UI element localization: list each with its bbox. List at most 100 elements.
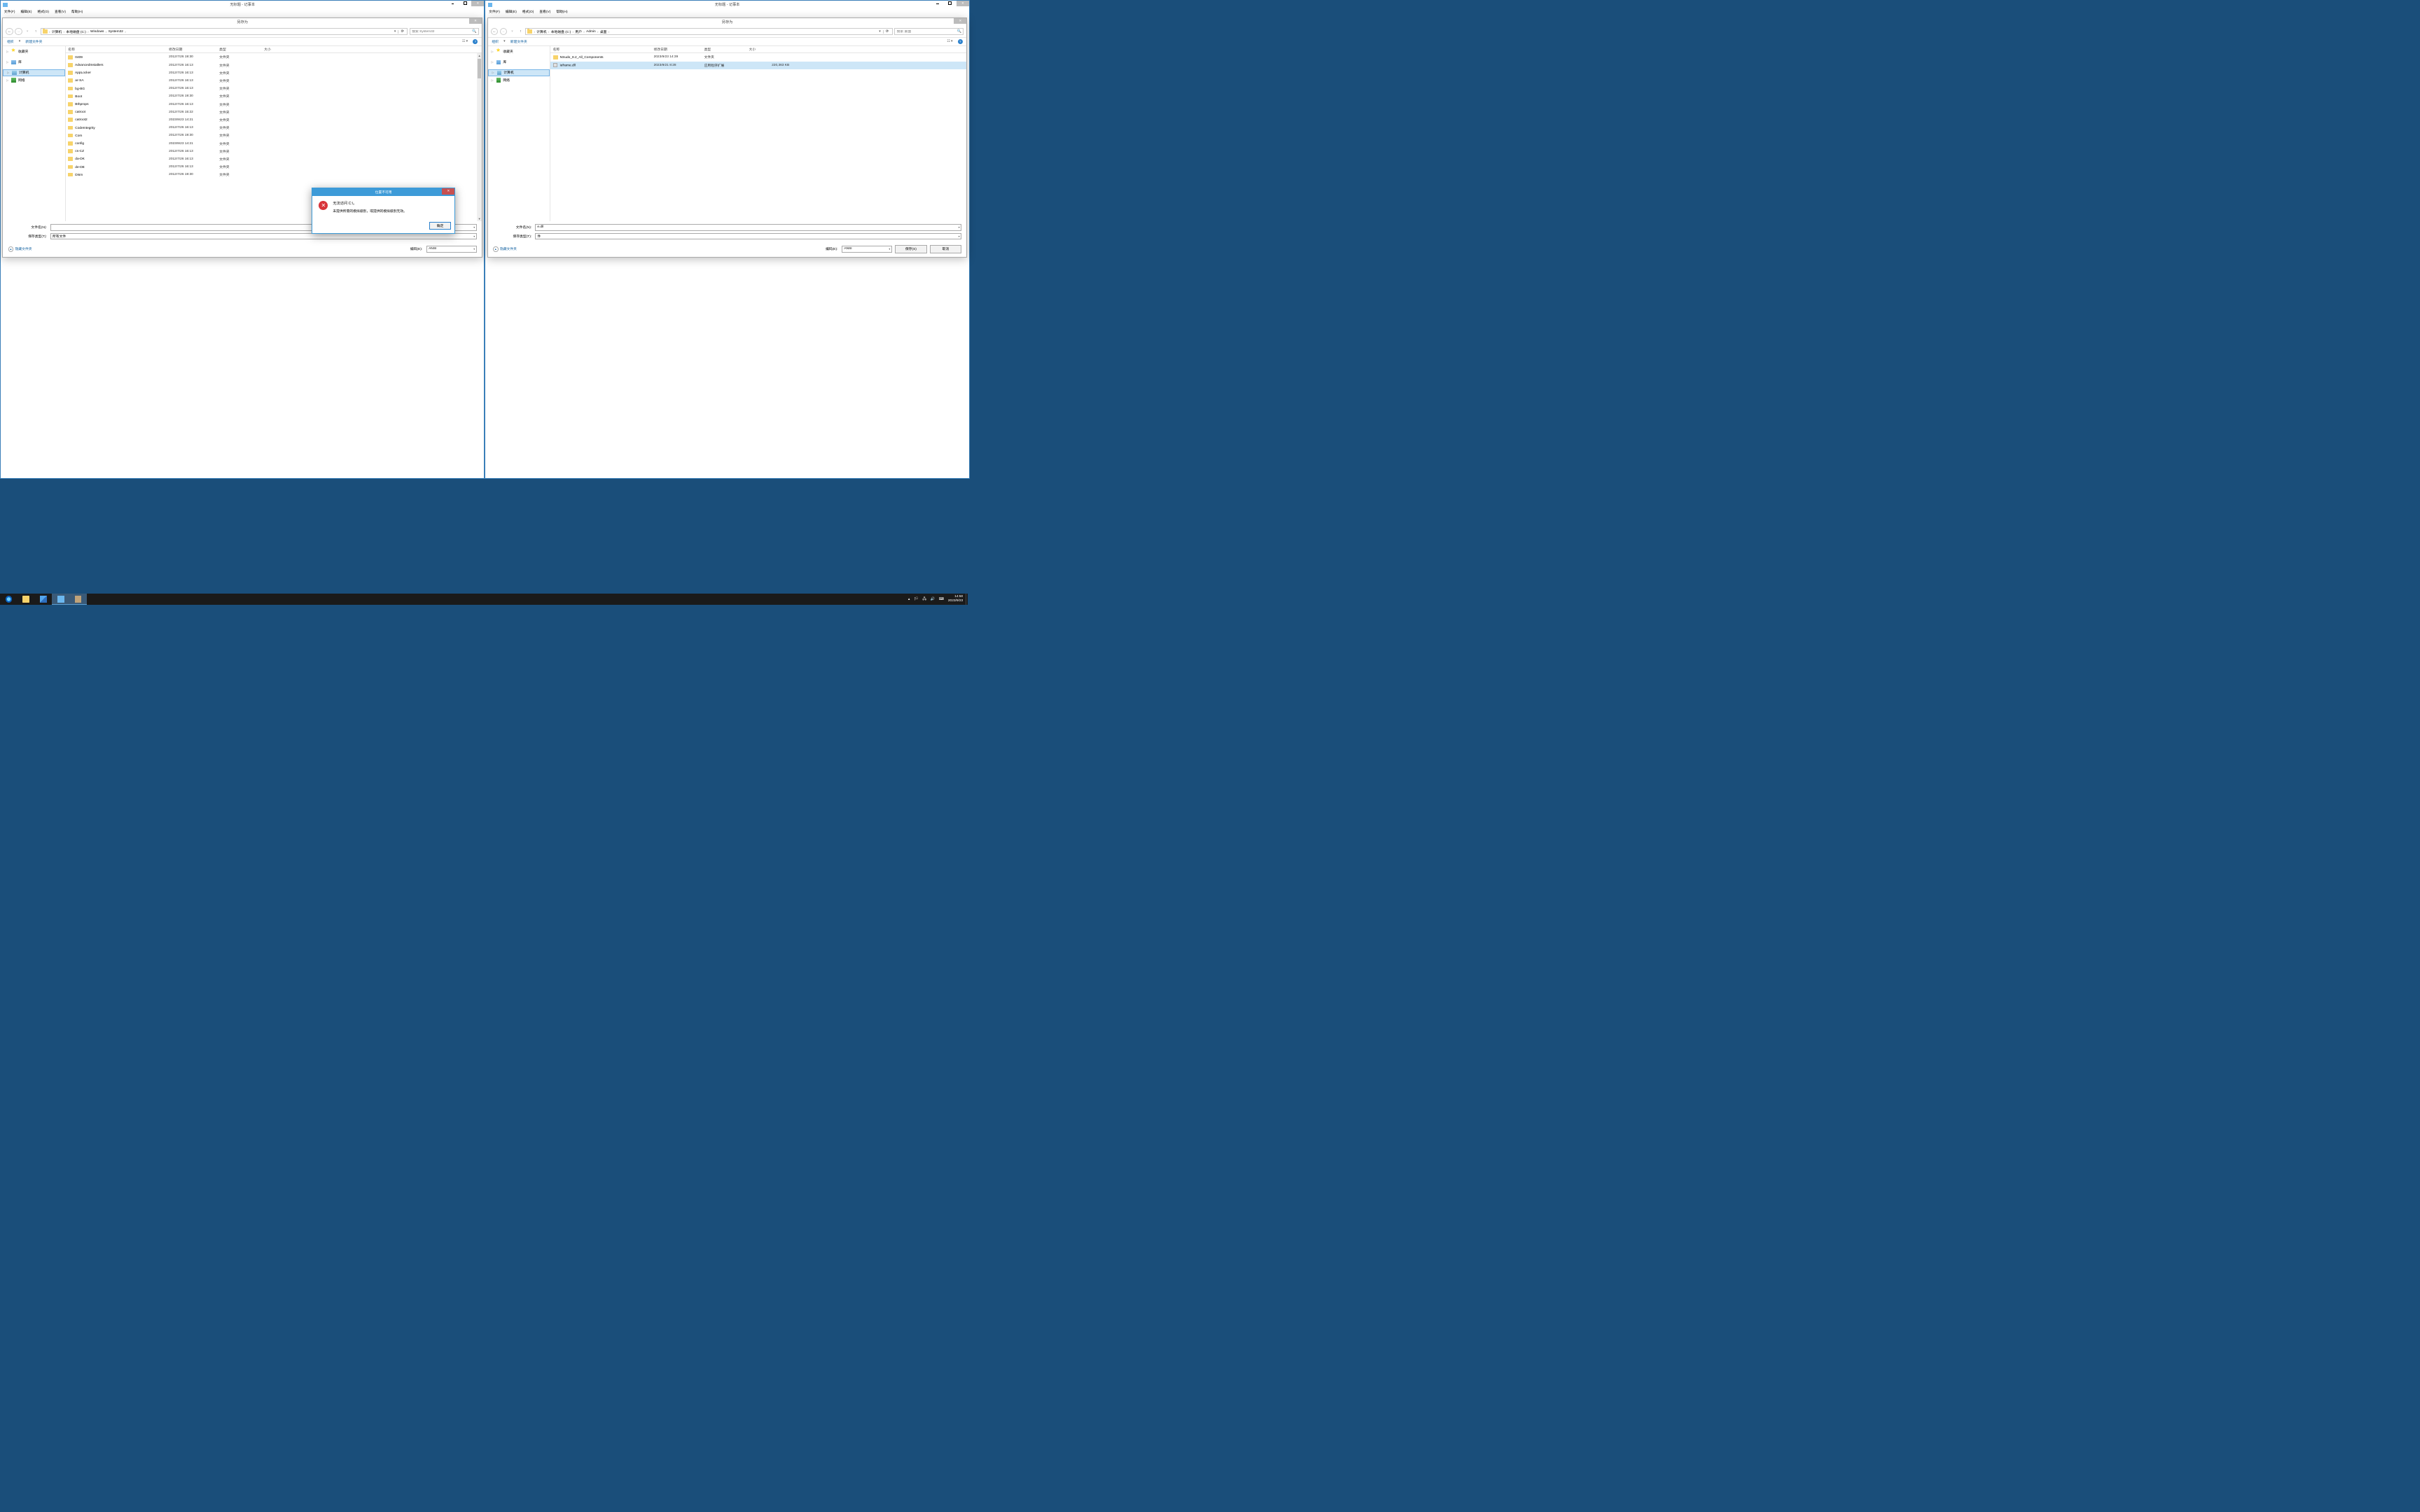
save-button[interactable]: 保存(S) <box>895 245 927 253</box>
maximize-button[interactable] <box>944 1 957 6</box>
chevron-down-icon[interactable]: ▾ <box>473 247 475 251</box>
table-row[interactable]: NSudo_8.2_All_Components2023/9/23 14:39文… <box>550 53 966 61</box>
search-input[interactable] <box>412 30 472 34</box>
new-folder-button[interactable]: 新建文件夹 <box>25 39 42 44</box>
tray-volume-icon[interactable]: 🔊 <box>931 597 935 601</box>
breadcrumb-item[interactable]: 计算机 <box>536 29 548 34</box>
view-button[interactable]: ☷ ▾ <box>947 40 952 43</box>
chevron-down-icon[interactable]: ▾ <box>473 234 475 238</box>
table-row[interactable]: config2023/9/23 14:21文件夹 <box>66 139 482 147</box>
organize-button[interactable]: 组织 <box>7 39 14 44</box>
expand-icon[interactable]: ▷ <box>6 50 8 53</box>
table-row[interactable]: Boot2012/7/26 19:30文件夹 <box>66 92 482 100</box>
menu-item[interactable]: 编辑(E) <box>503 9 519 15</box>
breadcrumb[interactable]: › 计算机›本地磁盘 (C:)›用户›Admin›桌面›▾⟳ <box>525 28 893 35</box>
breadcrumb-item[interactable]: 本地磁盘 (C:) <box>65 29 88 34</box>
table-row[interactable]: da-DK2012/7/26 16:13文件夹 <box>66 155 482 163</box>
sidebar-item[interactable]: ▷库 <box>488 59 550 66</box>
table-row[interactable]: ieframe.dll2023/9/21 8:28应用程序扩展220,363 K… <box>550 62 966 69</box>
close-button[interactable] <box>471 1 484 6</box>
expand-icon[interactable]: ▷ <box>492 78 494 82</box>
close-button[interactable] <box>957 1 969 6</box>
breadcrumb-item[interactable]: Windows <box>89 30 105 34</box>
minimize-button[interactable] <box>446 1 459 6</box>
breadcrumb-item[interactable]: System32 <box>107 30 125 34</box>
refresh-button[interactable]: ⟳ <box>398 30 405 34</box>
savetype-combo[interactable]: 件▾ <box>535 233 961 240</box>
new-folder-button[interactable]: 新建文件夹 <box>510 39 527 44</box>
sidebar-item[interactable]: ▷⭐收藏夹 <box>488 48 550 55</box>
saveas-close-button[interactable] <box>954 18 966 24</box>
col-type[interactable]: 类型 <box>217 47 262 52</box>
hide-folders-link[interactable]: 隐藏文件夹 <box>493 246 517 252</box>
organize-button[interactable]: 组织 <box>492 39 499 44</box>
search-box[interactable]: 🔍 <box>894 28 964 35</box>
cancel-button[interactable]: 取消 <box>930 245 962 253</box>
sidebar-item[interactable]: ▷库 <box>3 59 65 66</box>
expand-icon[interactable]: ▷ <box>6 78 8 82</box>
scrollbar[interactable]: ▲ ▼ <box>477 53 482 221</box>
table-row[interactable]: catroot2012/7/26 15:22文件夹 <box>66 108 482 116</box>
scroll-thumb[interactable] <box>478 59 481 78</box>
tray-up-icon[interactable]: ▴ <box>908 597 910 601</box>
search-box[interactable]: 🔍 <box>410 28 479 35</box>
table-row[interactable]: catroot22023/9/23 14:21文件夹 <box>66 116 482 124</box>
chevron-down-icon[interactable]: ▾ <box>959 225 960 229</box>
minimize-button[interactable] <box>931 1 944 6</box>
menu-item[interactable]: 帮助(H) <box>69 9 85 15</box>
menu-item[interactable]: 查看(V) <box>53 9 68 15</box>
col-name[interactable]: 名称 <box>66 47 167 52</box>
error-titlebar[interactable]: 位置不可用 <box>312 188 455 196</box>
back-button[interactable]: ← <box>491 28 498 35</box>
taskbar-notepad[interactable] <box>52 594 69 605</box>
saveas-titlebar[interactable]: 另存为 <box>488 18 967 27</box>
table-row[interactable]: de-DE2012/7/26 16:13文件夹 <box>66 163 482 171</box>
sidebar-item[interactable]: ▷计算机 <box>488 69 550 76</box>
menu-item[interactable]: 格式(O) <box>520 9 536 15</box>
taskbar-ie[interactable] <box>0 594 18 605</box>
clock[interactable]: 14:50 2023/9/23 <box>948 595 963 603</box>
taskbar-app1[interactable] <box>35 594 53 605</box>
sidebar-item[interactable]: ▷计算机 <box>3 69 65 76</box>
taskbar-explorer[interactable] <box>18 594 35 605</box>
encoding-combo[interactable]: ANSI▾ <box>426 246 477 253</box>
col-name[interactable]: 名称 <box>550 47 651 52</box>
forward-button[interactable]: → <box>500 28 507 35</box>
table-row[interactable]: bg-BG2012/7/26 16:13文件夹 <box>66 85 482 92</box>
breadcrumb-item[interactable]: 本地磁盘 (C:) <box>550 29 572 34</box>
breadcrumb-item[interactable]: 计算机 <box>50 29 63 34</box>
table-row[interactable]: cs-CZ2012/7/26 16:13文件夹 <box>66 148 482 155</box>
table-row[interactable]: Com2012/7/26 19:30文件夹 <box>66 132 482 139</box>
maximize-button[interactable] <box>459 1 471 6</box>
menu-item[interactable]: 文件(F) <box>487 9 502 15</box>
encoding-combo[interactable]: ANSI▾ <box>842 246 892 253</box>
view-button[interactable]: ☷ ▾ <box>462 40 468 43</box>
help-button[interactable]: ? <box>958 39 963 44</box>
col-size[interactable]: 大小 <box>262 47 307 52</box>
table-row[interactable]: AppLocker2012/7/26 16:13文件夹 <box>66 69 482 77</box>
sidebar-item[interactable]: ▷网络 <box>488 76 550 83</box>
sidebar-item[interactable]: ▷网络 <box>3 76 65 83</box>
menu-item[interactable]: 帮助(H) <box>554 9 570 15</box>
col-date[interactable]: 修改日期 <box>167 47 217 52</box>
help-button[interactable]: ? <box>473 39 478 44</box>
col-size[interactable]: 大小 <box>746 47 791 52</box>
taskbar-app2[interactable] <box>69 594 87 605</box>
search-input[interactable] <box>897 30 957 34</box>
expand-icon[interactable]: ▷ <box>492 71 494 74</box>
recent-locations[interactable]: ▾ <box>24 28 31 35</box>
tray-network-icon[interactable]: 🖧 <box>922 596 926 603</box>
tray-keyboard-icon[interactable]: ⌨ <box>939 597 945 601</box>
chevron-down-icon[interactable]: ▾ <box>473 225 475 229</box>
breadcrumb[interactable]: › 计算机›本地磁盘 (C:)›Windows›System32›▾⟳ <box>41 28 408 35</box>
table-row[interactable]: Dism2012/7/26 19:30文件夹 <box>66 171 482 178</box>
table-row[interactable]: ar-SA2012/7/26 16:13文件夹 <box>66 77 482 85</box>
table-row[interactable]: Bthprops2012/7/26 16:13文件夹 <box>66 100 482 108</box>
up-button[interactable]: ↑ <box>33 29 39 35</box>
filename-input[interactable]: e.dll▾ <box>535 224 961 231</box>
error-ok-button[interactable]: 确定 <box>429 222 450 230</box>
scroll-up[interactable]: ▲ <box>477 53 482 58</box>
table-row[interactable]: CodeIntegrity2012/7/26 16:13文件夹 <box>66 124 482 132</box>
chevron-down-icon[interactable]: ▾ <box>959 234 960 238</box>
recent-locations[interactable]: ▾ <box>508 28 515 35</box>
